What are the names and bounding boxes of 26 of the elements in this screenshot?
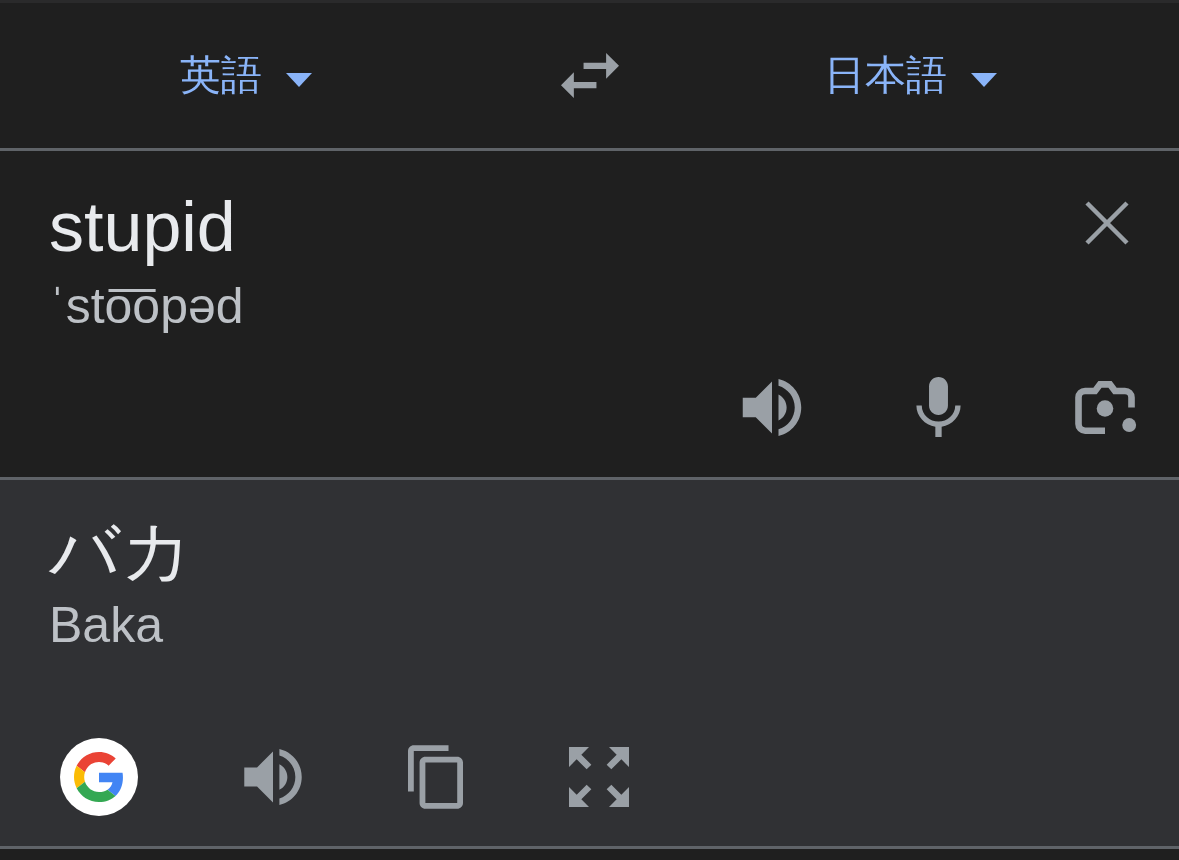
g-logo-icon xyxy=(60,738,138,816)
swap-button[interactable] xyxy=(560,53,619,98)
swap-icon xyxy=(560,53,619,98)
clear-button[interactable] xyxy=(1084,200,1130,246)
close-icon xyxy=(1084,200,1130,246)
target-language-button[interactable]: 日本語 xyxy=(823,50,997,101)
voice-input-button[interactable] xyxy=(916,377,961,437)
camera-button[interactable] xyxy=(1075,380,1137,434)
source-text[interactable]: stupid xyxy=(49,187,244,267)
camera-icon xyxy=(1075,380,1137,434)
google-button[interactable] xyxy=(60,738,138,816)
microphone-icon xyxy=(916,377,961,437)
caret-down-icon xyxy=(285,72,312,87)
speaker-icon xyxy=(244,749,302,805)
listen-button[interactable] xyxy=(244,749,302,805)
expand-icon xyxy=(569,747,629,807)
copy-button[interactable] xyxy=(408,745,463,809)
translation-text: バカ xyxy=(49,511,193,592)
speaker-icon xyxy=(742,378,802,436)
source-language-button[interactable]: 英語 xyxy=(179,50,312,101)
listen-button[interactable] xyxy=(742,378,802,436)
caret-down-icon xyxy=(970,72,997,87)
pronunciation-text: ˈsto͞opəd xyxy=(49,277,244,336)
copy-icon xyxy=(408,745,463,809)
fullscreen-button[interactable] xyxy=(569,747,629,807)
romanization-text: Baka xyxy=(49,596,163,655)
